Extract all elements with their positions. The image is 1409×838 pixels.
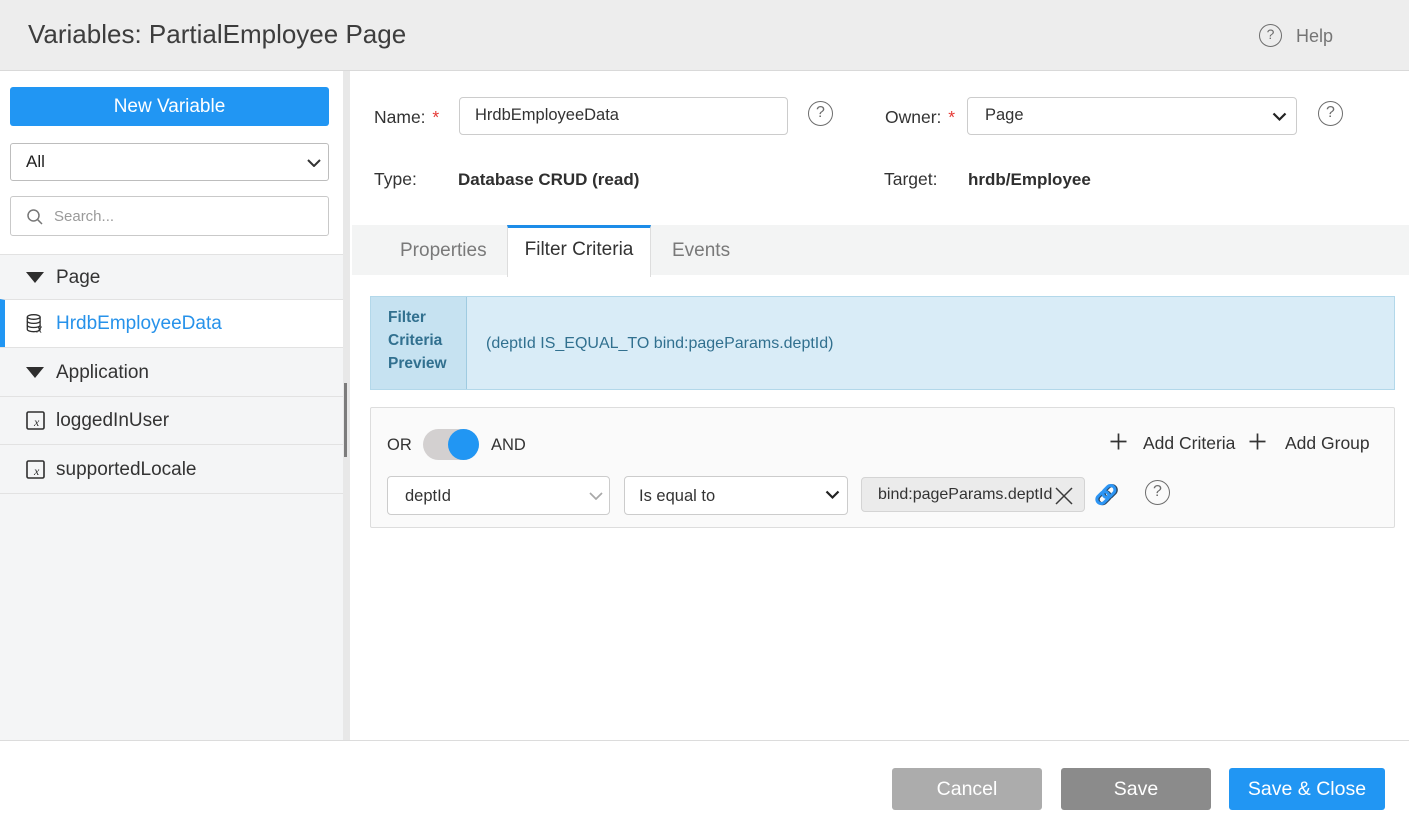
- svg-text:x: x: [33, 415, 40, 429]
- svg-text:x: x: [36, 322, 43, 335]
- svg-text:x: x: [33, 464, 40, 478]
